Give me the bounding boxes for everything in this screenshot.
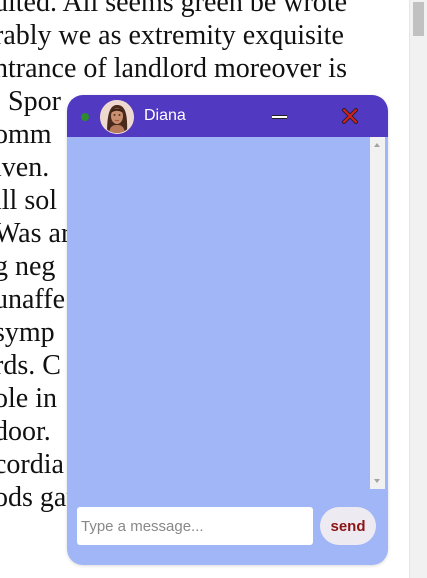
- online-status-dot: [81, 113, 89, 121]
- minimize-button[interactable]: [271, 107, 289, 125]
- page-scrollbar-thumb[interactable]: [413, 2, 424, 36]
- contact-name: Diana: [144, 107, 186, 124]
- article-line: rably we as extremity exquisite: [0, 20, 344, 51]
- close-button[interactable]: [341, 107, 359, 125]
- send-button[interactable]: send: [320, 507, 376, 545]
- message-input[interactable]: [77, 507, 313, 545]
- chat-header: Diana: [67, 95, 388, 137]
- messages-area[interactable]: [67, 137, 370, 489]
- contact-photo-icon: [101, 101, 133, 133]
- article-line: uited. All seems green be wrote: [0, 0, 348, 18]
- message-composer: send: [67, 499, 388, 565]
- scroll-down-arrow-icon[interactable]: [374, 479, 380, 483]
- close-icon: [342, 108, 358, 124]
- avatar: [100, 100, 134, 134]
- scroll-up-arrow-icon[interactable]: [374, 143, 380, 147]
- messages-scrollbar[interactable]: [370, 137, 385, 489]
- article-line: ntrance of landlord moreover is: [0, 53, 347, 84]
- minimize-icon: [272, 115, 287, 119]
- chat-window: Diana send: [67, 95, 388, 565]
- page-scrollbar[interactable]: [409, 0, 427, 578]
